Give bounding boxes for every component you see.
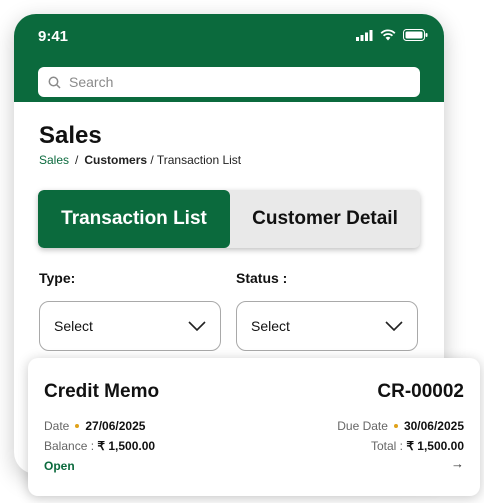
dot-icon — [393, 424, 398, 428]
total-row: Total : ₹ 1,500.00 — [371, 439, 464, 453]
balance-value: ₹ 1,500.00 — [97, 439, 156, 453]
search-placeholder: Search — [69, 74, 114, 90]
tab-transaction-list[interactable]: Transaction List — [38, 190, 230, 248]
breadcrumb-separator: / — [75, 153, 79, 167]
status-select[interactable]: Select — [236, 301, 418, 351]
breadcrumb-transaction-list: Transaction List — [156, 153, 242, 167]
arrow-right-icon[interactable]: → — [451, 456, 464, 471]
breadcrumb-sales[interactable]: Sales — [39, 153, 69, 167]
type-label: Type: — [39, 270, 76, 286]
status-time: 9:41 — [38, 28, 69, 45]
page-title: Sales — [39, 122, 102, 149]
memo-number: CR-00002 — [377, 381, 464, 402]
total-label: Total : — [370, 439, 403, 453]
balance-row: Balance : ₹ 1,500.00 — [44, 439, 155, 453]
chevron-down-icon — [188, 321, 206, 331]
app-header: 9:41 Search — [14, 14, 444, 102]
search-input[interactable]: Search — [38, 67, 420, 97]
due-date-value: 30/06/2025 — [403, 419, 464, 433]
signal-icon — [356, 29, 373, 41]
status-icons — [356, 29, 428, 41]
wifi-icon — [380, 29, 396, 41]
breadcrumb: Sales / Customers / Transaction List — [39, 153, 241, 167]
tab-customer-detail[interactable]: Customer Detail — [230, 190, 420, 248]
status-badge: Open — [44, 459, 75, 473]
transaction-card[interactable]: Credit Memo CR-00002 Date 27/06/2025 Due… — [28, 358, 480, 496]
search-icon — [48, 76, 61, 89]
memo-title: Credit Memo — [44, 381, 160, 402]
due-date-label: Due Date — [337, 419, 388, 433]
date-row: Date 27/06/2025 — [44, 419, 145, 433]
status-label: Status : — [236, 270, 288, 286]
breadcrumb-customers[interactable]: Customers — [84, 153, 147, 167]
date-label: Date — [44, 419, 70, 433]
date-value: 27/06/2025 — [85, 419, 146, 433]
due-date-row: Due Date 30/06/2025 — [337, 419, 464, 433]
status-select-value: Select — [251, 318, 290, 334]
type-select[interactable]: Select — [39, 301, 221, 351]
type-select-value: Select — [54, 318, 93, 334]
tab-bar: Transaction List Customer Detail — [38, 190, 420, 248]
dot-icon — [75, 424, 80, 428]
chevron-down-icon — [385, 321, 403, 331]
battery-icon — [403, 29, 428, 41]
total-value: ₹ 1,500.00 — [406, 439, 464, 453]
balance-label: Balance : — [44, 439, 95, 453]
breadcrumb-separator: / — [150, 153, 154, 167]
